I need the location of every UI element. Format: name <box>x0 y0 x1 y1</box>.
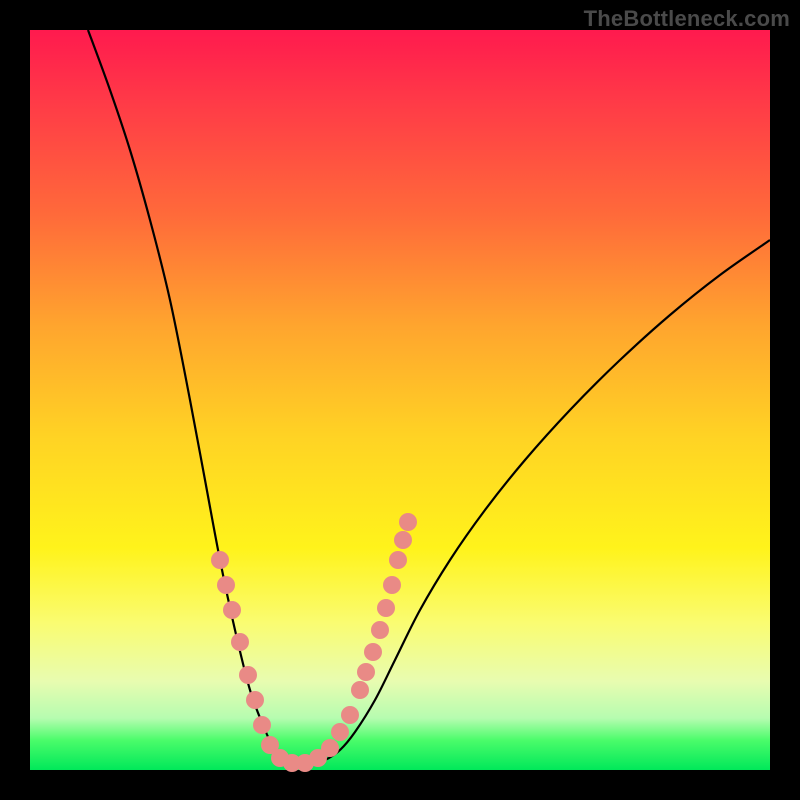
bead-point <box>211 551 229 569</box>
bead-point <box>357 663 375 681</box>
bottleneck-curve <box>88 30 770 765</box>
bead-point <box>377 599 395 617</box>
bead-point <box>351 681 369 699</box>
bead-point <box>231 633 249 651</box>
bead-point <box>246 691 264 709</box>
bead-point <box>394 531 412 549</box>
bead-point <box>383 576 401 594</box>
bead-point <box>253 716 271 734</box>
bead-point <box>217 576 235 594</box>
watermark-text: TheBottleneck.com <box>584 6 790 32</box>
bead-point <box>364 643 382 661</box>
curve-beads <box>211 513 417 772</box>
bead-point <box>389 551 407 569</box>
bottleneck-plot <box>30 30 770 770</box>
bead-point <box>331 723 349 741</box>
bead-point <box>239 666 257 684</box>
bead-point <box>371 621 389 639</box>
bead-point <box>223 601 241 619</box>
bead-point <box>341 706 359 724</box>
bead-point <box>399 513 417 531</box>
bead-point <box>321 739 339 757</box>
